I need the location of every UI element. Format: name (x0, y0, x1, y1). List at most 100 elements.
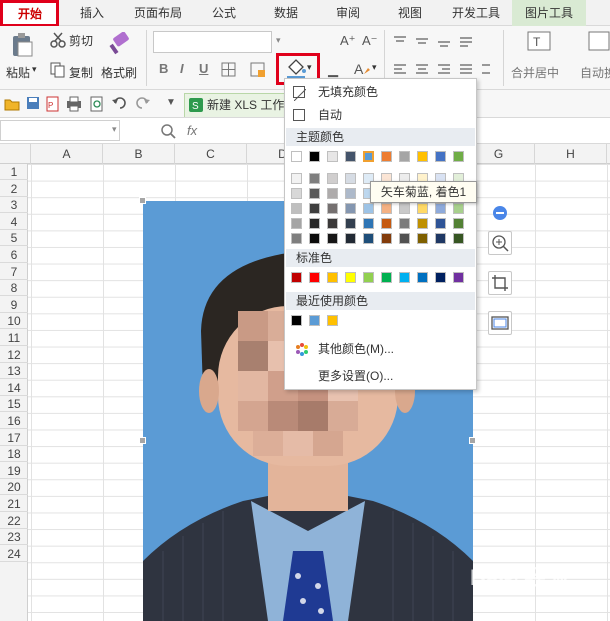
theme-shade-swatch[interactable] (453, 203, 464, 214)
row-header[interactable]: 2 (0, 181, 28, 197)
theme-shade-swatch[interactable] (327, 203, 338, 214)
merge-center-icon[interactable]: T (527, 31, 553, 55)
theme-color-swatch[interactable] (435, 151, 446, 162)
standard-color-swatch[interactable] (435, 272, 446, 283)
quick-access-chevron-icon[interactable]: ▼ (166, 97, 176, 108)
theme-color-swatch[interactable] (309, 151, 320, 162)
theme-shade-swatch[interactable] (435, 203, 446, 214)
theme-shade-swatch[interactable] (381, 218, 392, 229)
theme-shade-swatch[interactable] (309, 203, 320, 214)
theme-shade-swatch[interactable] (345, 188, 356, 199)
row-header[interactable]: 11 (0, 330, 28, 346)
tab-review[interactable]: 审阅 (322, 0, 374, 26)
format-painter-icon[interactable] (108, 32, 132, 56)
theme-color-swatch[interactable] (399, 151, 410, 162)
horizontal-align-icons[interactable] (392, 62, 492, 78)
tab-page-layout[interactable]: 页面布局 (124, 0, 192, 26)
resize-handle[interactable] (139, 437, 146, 444)
picture-border-button[interactable] (488, 311, 512, 335)
undo-icon[interactable] (112, 97, 126, 109)
auto-color-option[interactable]: 自动 (285, 105, 476, 125)
theme-shade-swatch[interactable] (399, 203, 410, 214)
font-color-a-icon[interactable]: A (352, 60, 372, 80)
theme-shade-swatch[interactable] (327, 173, 338, 184)
row-header[interactable]: 16 (0, 413, 28, 429)
theme-shade-swatch[interactable] (453, 233, 464, 244)
font-size-decrease-button[interactable]: A⁻ (362, 33, 378, 49)
row-header[interactable]: 10 (0, 313, 28, 330)
font-color-icon[interactable]: ▁ (328, 62, 338, 78)
column-header[interactable]: A (31, 144, 103, 164)
font-color-chevron-icon[interactable]: ▾ (372, 62, 377, 73)
copy-button[interactable]: 复制 (69, 64, 93, 81)
zoom-icon[interactable] (160, 123, 176, 139)
paste-label[interactable]: 粘贴 (6, 64, 30, 81)
theme-color-swatch[interactable] (327, 151, 338, 162)
standard-color-swatch[interactable] (327, 272, 338, 283)
standard-color-swatch[interactable] (291, 272, 302, 283)
theme-shade-swatch[interactable] (417, 233, 428, 244)
recent-color-swatch[interactable] (327, 315, 338, 326)
more-colors-option[interactable]: 其他颜色(M)... (285, 339, 476, 359)
name-box-chevron-icon[interactable]: ▾ (112, 124, 117, 135)
row-header[interactable]: 14 (0, 380, 28, 396)
theme-shade-swatch[interactable] (363, 203, 374, 214)
column-header[interactable]: H (535, 144, 607, 164)
row-header[interactable]: 19 (0, 463, 28, 479)
underline-button[interactable]: U (199, 61, 208, 76)
theme-color-swatch[interactable] (345, 151, 356, 162)
theme-shade-swatch[interactable] (381, 233, 392, 244)
row-header[interactable]: 6 (0, 247, 28, 263)
theme-shade-swatch[interactable] (291, 218, 302, 229)
theme-shade-swatch[interactable] (435, 218, 446, 229)
theme-color-swatch[interactable] (417, 151, 428, 162)
zoom-picture-button[interactable] (488, 231, 512, 255)
format-painter-button[interactable]: 格式刷 (101, 64, 137, 81)
row-header[interactable]: 23 (0, 529, 28, 546)
font-size-increase-button[interactable]: A⁺ (340, 33, 356, 49)
open-folder-icon[interactable] (4, 97, 20, 111)
font-name-chevron-icon[interactable]: ▾ (276, 35, 281, 46)
column-header[interactable]: B (103, 144, 175, 164)
row-header[interactable]: 3 (0, 197, 28, 214)
resize-handle[interactable] (139, 197, 146, 204)
tab-view[interactable]: 视图 (382, 0, 438, 26)
font-name-select[interactable] (153, 31, 272, 53)
theme-shade-swatch[interactable] (327, 218, 338, 229)
standard-color-swatch[interactable] (309, 272, 320, 283)
theme-shade-swatch[interactable] (291, 203, 302, 214)
theme-color-swatch[interactable] (291, 151, 302, 162)
standard-color-swatch[interactable] (363, 272, 374, 283)
standard-color-swatch[interactable] (417, 272, 428, 283)
standard-color-swatch[interactable] (399, 272, 410, 283)
theme-shade-swatch[interactable] (345, 173, 356, 184)
insert-function-button[interactable]: fx (187, 123, 197, 138)
tab-home[interactable]: 开始 (2, 0, 58, 26)
paste-dropdown-chevron-icon[interactable]: ▾ (32, 64, 37, 75)
export-pdf-icon[interactable]: P (46, 96, 60, 112)
document-tab[interactable]: S 新建 XLS 工作 (184, 93, 289, 117)
theme-shade-swatch[interactable] (345, 233, 356, 244)
tab-formulas[interactable]: 公式 (198, 0, 250, 26)
row-header[interactable]: 4 (0, 214, 28, 230)
borders-icon[interactable] (221, 62, 237, 78)
row-header[interactable]: 20 (0, 479, 28, 496)
theme-shade-swatch[interactable] (381, 203, 392, 214)
row-header[interactable]: 9 (0, 297, 28, 313)
bold-button[interactable]: B (159, 61, 168, 76)
more-settings-option[interactable]: 更多设置(O)... (285, 366, 476, 386)
row-header[interactable]: 8 (0, 280, 28, 297)
standard-color-swatch[interactable] (381, 272, 392, 283)
theme-shade-swatch[interactable] (417, 203, 428, 214)
theme-shade-swatch[interactable] (453, 218, 464, 229)
cell-style-icon[interactable] (250, 62, 266, 78)
theme-shade-swatch[interactable] (309, 218, 320, 229)
row-header[interactable]: 5 (0, 230, 28, 247)
standard-color-swatch[interactable] (345, 272, 356, 283)
row-header[interactable]: 7 (0, 264, 28, 280)
collapse-tools-icon[interactable] (493, 206, 507, 220)
tab-insert[interactable]: 插入 (66, 0, 118, 26)
theme-shade-swatch[interactable] (327, 233, 338, 244)
paste-icon[interactable] (10, 32, 34, 58)
theme-shade-swatch[interactable] (399, 233, 410, 244)
